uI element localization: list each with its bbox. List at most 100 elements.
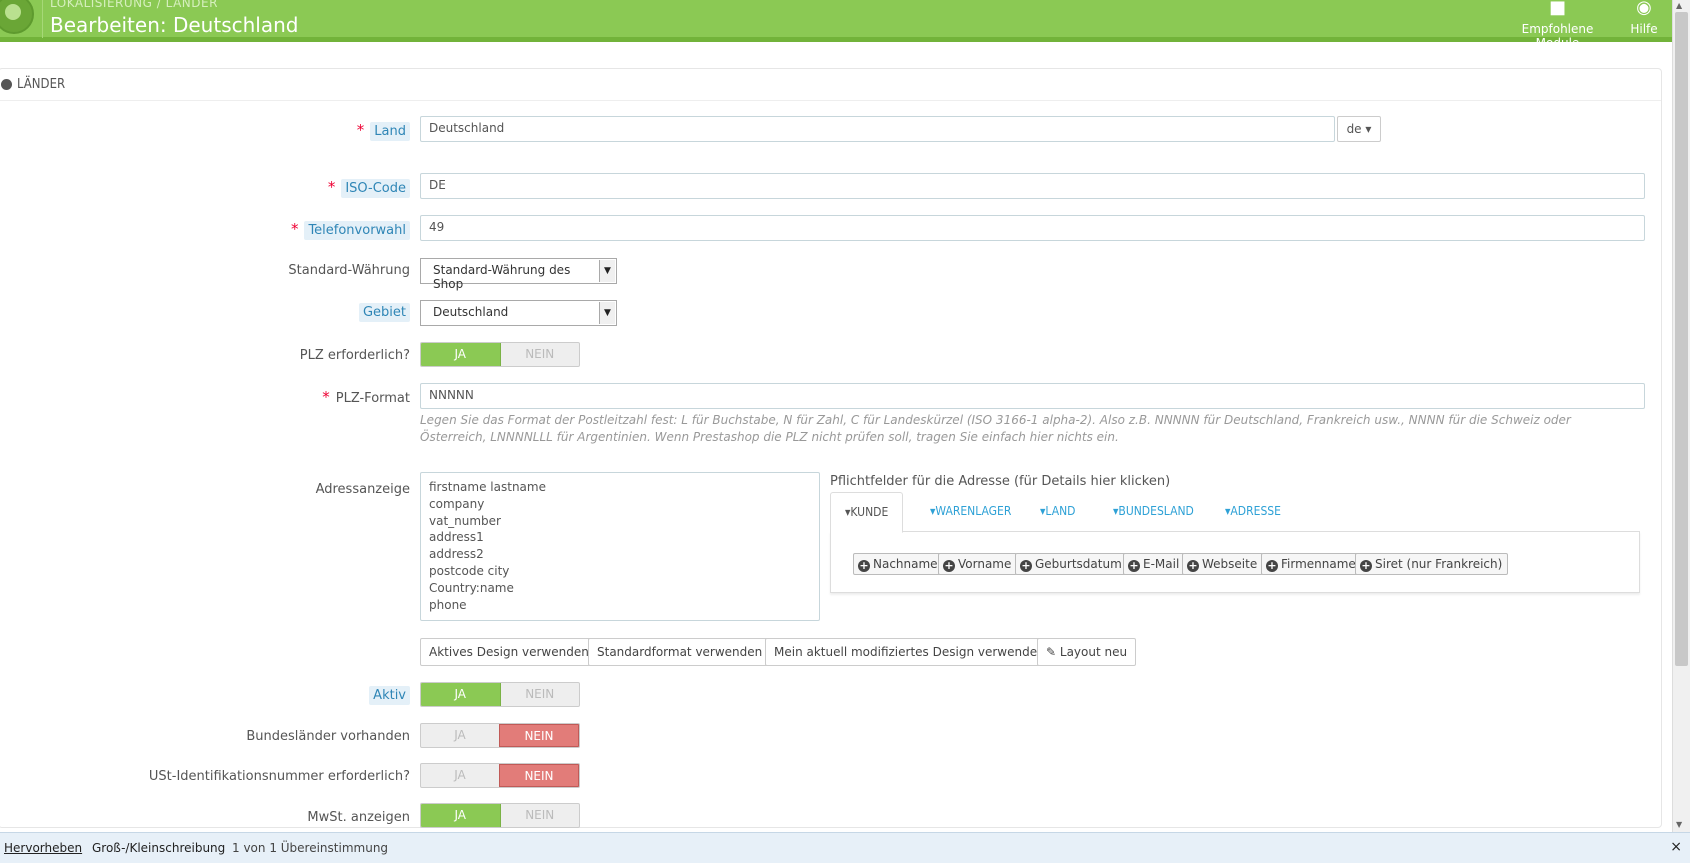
address-line: address2 [429, 547, 484, 562]
tab-country[interactable]: ▾LAND [1040, 492, 1075, 532]
plus-icon: + [1360, 559, 1372, 572]
zone-select[interactable]: Deutschland ▼ [420, 300, 617, 326]
tab-state[interactable]: ▾BUNDESLAND [1113, 492, 1194, 532]
switch-yes[interactable]: JA [421, 343, 501, 366]
switch-yes[interactable]: JA [421, 683, 501, 706]
field-website-button[interactable]: + Webseite [1182, 553, 1264, 575]
scrollbar-thumb[interactable] [1675, 12, 1688, 666]
vat-required-switch[interactable]: JA NEIN [420, 763, 580, 788]
field-firstname-button[interactable]: + Vorname [938, 553, 1018, 575]
reset-layout-button[interactable]: ✎ Layout neu [1037, 638, 1137, 666]
switch-no[interactable]: NEIN [501, 343, 580, 366]
highlight-toggle[interactable]: Hervorheben [4, 841, 82, 855]
breadcrumb[interactable]: LOKALISIERUNG / LÄNDER [50, 0, 218, 10]
field-siret-button[interactable]: + Siret (nur Frankreich) [1355, 553, 1509, 575]
vat-required-label: USt-Identifikationsnummer erforderlich? [148, 769, 410, 784]
switch-no[interactable]: NEIN [499, 724, 579, 747]
show-tax-label: MwSt. anzeigen [307, 810, 410, 825]
switch-yes[interactable]: JA [421, 764, 499, 787]
plus-icon: + [858, 559, 870, 572]
zip-format-label: * PLZ-Format [322, 388, 410, 406]
active-label: Aktiv [369, 686, 410, 705]
find-bar: Hervorheben Groß-/Kleinschreibung 1 von … [0, 832, 1690, 863]
select-arrow-icon: ▼ [599, 260, 615, 282]
globe-icon [0, 0, 34, 34]
puzzle-icon: ■ [1548, 0, 1566, 18]
field-email-button[interactable]: + E-Mail [1123, 553, 1186, 575]
field-birthday-button[interactable]: + Geburtsdatum [1015, 553, 1128, 575]
address-layout-textarea[interactable]: firstname lastname company vat_number ad… [420, 472, 820, 621]
recommended-modules-button[interactable]: ■ Empfohlene Module [1500, 0, 1615, 50]
show-tax-switch[interactable]: JA NEIN [420, 803, 580, 828]
field-firstname-label: Vorname [958, 557, 1012, 571]
tab-warehouse[interactable]: ▾WARENLAGER [930, 492, 1011, 532]
switch-yes[interactable]: JA [421, 804, 501, 827]
states-switch[interactable]: JA NEIN [420, 723, 580, 748]
country-label-text: Land [370, 122, 410, 141]
lifebuoy-icon: ◉ [1636, 0, 1652, 18]
zone-select-value: Deutschland [433, 305, 509, 319]
field-website-label: Webseite [1202, 557, 1258, 571]
switch-yes[interactable]: JA [421, 724, 499, 747]
zip-format-input[interactable]: NNNNN [420, 383, 1645, 409]
field-lastname-button[interactable]: + Nachname [853, 553, 944, 575]
tab-country-label: LAND [1045, 504, 1076, 518]
tab-customer-label: KUNDE [850, 505, 889, 519]
required-marker: * [327, 178, 336, 196]
use-modified-design-button[interactable]: Mein aktuell modifiziertes Design verwen… [765, 638, 1054, 666]
close-icon[interactable]: × [1670, 839, 1682, 855]
header-divider [42, 0, 43, 38]
select-arrow-icon: ▼ [599, 302, 615, 324]
address-line: postcode city [429, 563, 510, 578]
field-email-label: E-Mail [1143, 557, 1180, 571]
address-line: firstname lastname [429, 480, 546, 494]
field-company-button[interactable]: + Firmenname [1261, 553, 1362, 575]
active-switch[interactable]: JA NEIN [420, 682, 580, 707]
switch-no[interactable]: NEIN [501, 804, 580, 827]
tab-content: + Nachname + Vorname + Geburtsdatum + E-Mail… [830, 531, 1640, 593]
required-marker: * [290, 220, 299, 238]
iso-input[interactable]: DE [420, 173, 1645, 199]
plus-icon: + [1187, 559, 1199, 572]
page-title: Bearbeiten: Deutschland [50, 13, 299, 37]
field-company-label: Firmenname [1281, 557, 1356, 571]
zip-required-switch[interactable]: JA NEIN [420, 342, 580, 367]
field-tabs: ▾KUNDE ▾WARENLAGER ▾LAND ▾BUNDESLAND ▾AD… [830, 492, 1640, 533]
language-dropdown[interactable]: de ▾ [1337, 116, 1381, 142]
country-input[interactable]: Deutschland [420, 116, 1335, 142]
tab-state-label: BUNDESLAND [1118, 504, 1194, 518]
currency-select[interactable]: Standard-Währung des Shop ▼ [420, 258, 617, 291]
help-button[interactable]: ◉ Hilfe [1624, 0, 1664, 38]
page-scrollbar[interactable]: ▲ ▼ [1672, 0, 1690, 832]
page-header: LOKALISIERUNG / LÄNDER Bearbeiten: Deuts… [0, 0, 1672, 50]
switch-no[interactable]: NEIN [499, 764, 579, 787]
use-active-design-button[interactable]: Aktives Design verwenden [420, 638, 598, 666]
required-fields-link[interactable]: Pflichtfelder für die Adresse (für Detai… [830, 474, 1170, 489]
iso-label-text: ISO-Code [341, 179, 410, 198]
active-label-text: Aktiv [369, 686, 410, 705]
zone-label: Gebiet [358, 303, 410, 322]
zip-format-label-text: PLZ-Format [335, 391, 410, 406]
eraser-icon: ✎ [1046, 645, 1057, 659]
required-marker: * [322, 388, 330, 406]
tab-customer[interactable]: ▾KUNDE [830, 492, 904, 533]
required-marker: * [356, 121, 365, 139]
scroll-down-icon[interactable]: ▼ [1676, 820, 1682, 829]
help-label: Hilfe [1630, 22, 1658, 36]
use-default-format-button[interactable]: Standardformat verwenden [588, 638, 772, 666]
switch-no[interactable]: NEIN [501, 683, 580, 706]
address-line: company [429, 496, 485, 511]
zone-label-text: Gebiet [358, 303, 410, 322]
panel-heading: LÄNDER [0, 69, 1661, 101]
tab-warehouse-label: WARENLAGER [935, 504, 1012, 518]
scroll-up-icon[interactable]: ▲ [1676, 1, 1682, 10]
states-label: Bundesländer vorhanden [246, 729, 410, 744]
tab-address[interactable]: ▾ADRESSE [1225, 492, 1281, 532]
recommended-modules-label: Empfohlene Module [1521, 22, 1594, 50]
reset-layout-label: Layout neu [1059, 645, 1128, 659]
plus-icon: + [1020, 559, 1032, 572]
case-sensitive-toggle[interactable]: Groß-/Kleinschreibung [92, 841, 225, 855]
zip-format-help: Legen Sie das Format der Postleitzahl fe… [420, 413, 1571, 444]
phone-prefix-input[interactable]: 49 [420, 215, 1645, 241]
address-layout-label: Adressanzeige [315, 482, 410, 497]
